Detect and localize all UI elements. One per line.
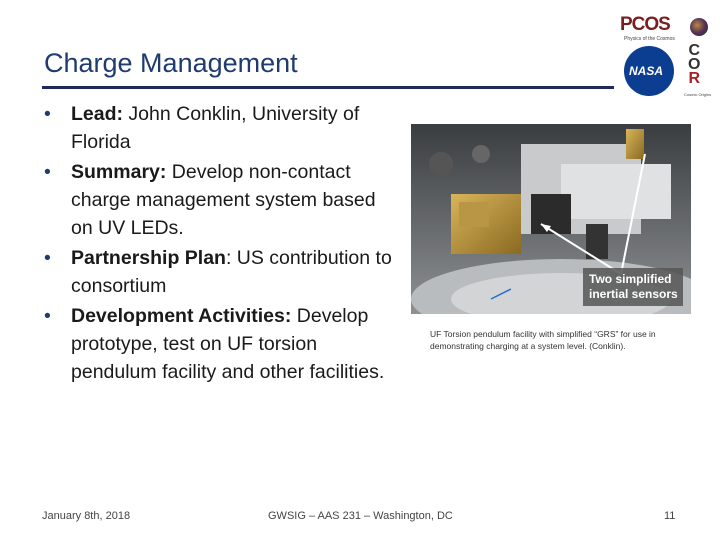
bullet-label: Development Activities:: [71, 305, 292, 327]
cor-logo: C O R: [688, 43, 700, 87]
slide-title: Charge Management: [44, 48, 298, 78]
bullet-item: • Development Activities: Develop prototy…: [44, 302, 394, 386]
bullet-list: • Lead: John Conklin, University of Flori…: [44, 100, 394, 388]
footer-date: January 8th, 2018: [42, 510, 131, 522]
title-underline: [42, 86, 614, 89]
bullet-item: • Summary: Develop non-contact charge man…: [44, 158, 394, 242]
slide-number: 11: [664, 510, 676, 522]
bullet-label: Partnership Plan: [71, 247, 226, 269]
cor-letter-r: R: [688, 70, 700, 87]
footer-conference: GWSIG – AAS 231 – Washington, DC: [268, 510, 453, 522]
bullet-item: • Partnership Plan: US contribution to co…: [44, 244, 394, 300]
bullet-label: Lead:: [71, 103, 124, 125]
photo-annotation: Two simplified inertial sensors: [589, 272, 678, 301]
cor-logo-subtitle: Cosmic Origins: [684, 92, 712, 97]
logo-group: PCOS Physics of the Cosmos NASA C O R Co…: [616, 6, 716, 102]
nasa-logo-text: NASA: [629, 64, 664, 78]
pcos-logo-subtitle: Physics of the Cosmos: [624, 36, 675, 42]
pcos-logo: PCOS: [620, 14, 671, 35]
galaxy-icon: [690, 18, 708, 36]
bullet-marker: •: [44, 161, 51, 183]
bullet-marker: •: [44, 103, 51, 125]
bullet-marker: •: [44, 247, 51, 269]
bullet-marker: •: [44, 305, 51, 327]
bullet-item: • Lead: John Conklin, University of Flori…: [44, 100, 394, 156]
torsion-pendulum-photo: Two simplified inertial sensors: [411, 124, 691, 314]
bullet-label: Summary:: [71, 161, 167, 183]
photo-caption: UF Torsion pendulum facility with simpli…: [430, 329, 656, 351]
